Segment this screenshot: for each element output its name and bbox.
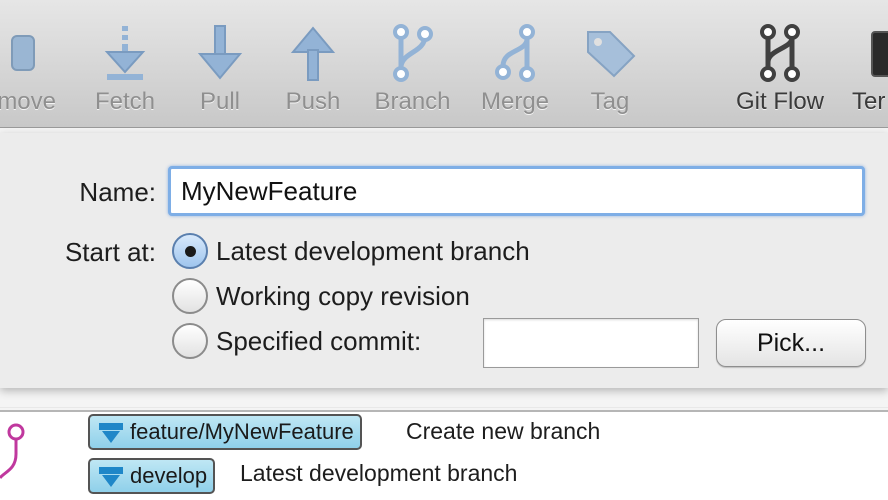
- git-flow-icon: [760, 24, 800, 82]
- terminal-toolbar-button[interactable]: Ter: [848, 0, 888, 128]
- commit-graph: [0, 423, 25, 479]
- pick-button[interactable]: Pick...: [716, 319, 866, 367]
- feature-name-input[interactable]: [168, 166, 865, 216]
- terminal-icon: [871, 31, 888, 77]
- remove-toolbar-button[interactable]: emove: [0, 0, 70, 128]
- radio-button-checked[interactable]: [172, 233, 208, 269]
- fetch-icon: [104, 26, 146, 80]
- branch-tag-develop[interactable]: develop: [88, 458, 216, 494]
- branch-icon: [392, 24, 433, 82]
- remove-icon: [11, 35, 35, 71]
- branch-tag-label: develop: [130, 463, 208, 488]
- fetch-toolbar-button[interactable]: Fetch: [80, 0, 170, 128]
- git-flow-toolbar-button[interactable]: Git Flow: [725, 0, 835, 128]
- branch-tag-feature[interactable]: feature/MyNewFeature: [88, 414, 362, 450]
- pull-icon: [197, 25, 243, 80]
- branch-tag-label: feature/MyNewFeature: [130, 419, 354, 444]
- start-at-label: Start at:: [64, 237, 156, 267]
- push-icon: [290, 26, 336, 81]
- radio-button[interactable]: [172, 278, 208, 314]
- toolbar: emove Fetch Pull Push Branch: [0, 0, 888, 128]
- branch-arrow-icon: [99, 467, 123, 487]
- merge-icon: [495, 24, 535, 82]
- specified-commit-input[interactable]: [483, 318, 699, 368]
- tag-icon: [587, 31, 636, 78]
- commit-message: Latest development branch: [240, 460, 518, 486]
- name-label: Name:: [79, 177, 156, 207]
- branch-arrow-icon: [99, 423, 123, 443]
- commit-log: feature/MyNewFeature Create new branch d…: [0, 410, 888, 500]
- commit-message: Create new branch: [406, 418, 601, 444]
- pull-toolbar-button[interactable]: Pull: [180, 0, 260, 128]
- merge-toolbar-button[interactable]: Merge: [470, 0, 560, 128]
- branch-toolbar-button[interactable]: Branch: [365, 0, 460, 128]
- push-toolbar-button[interactable]: Push: [273, 0, 353, 128]
- git-flow-new-feature-sheet: Name: Start at: Latest development branc…: [0, 133, 888, 388]
- radio-button[interactable]: [172, 323, 208, 359]
- tag-toolbar-button[interactable]: Tag: [570, 0, 650, 128]
